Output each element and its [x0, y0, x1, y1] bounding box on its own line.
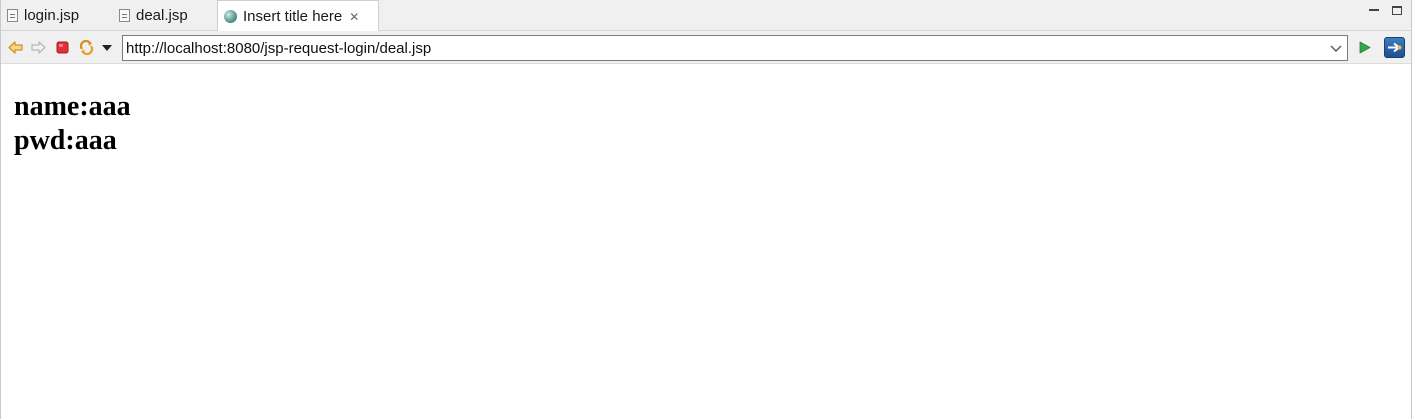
tab-label: Insert title here [243, 8, 343, 25]
globe-icon [224, 10, 237, 23]
tab-label: deal.jsp [136, 7, 188, 24]
address-bar[interactable] [122, 35, 1348, 61]
chevron-down-icon[interactable] [1328, 40, 1344, 56]
name-value-heading: name:aaa [14, 91, 131, 122]
maximize-button[interactable] [1392, 6, 1402, 15]
arrow-right-icon [1388, 42, 1402, 53]
tab-insert-title-here[interactable]: Insert title here ✕ [217, 0, 379, 32]
pwd-value-heading: pwd:aaa [14, 125, 117, 156]
chevron-down-icon[interactable] [99, 39, 116, 56]
tab-label: login.jsp [24, 7, 80, 24]
back-arrow-icon[interactable] [7, 39, 24, 56]
minimize-button[interactable] [1369, 6, 1379, 15]
tab-deal-jsp[interactable]: deal.jsp [119, 0, 214, 31]
browser-toolbar [1, 31, 1411, 64]
jsp-file-icon [119, 9, 130, 22]
editor-tab-bar: login.jsp deal.jsp Insert title here ✕ [1, 0, 1411, 32]
stop-icon[interactable] [54, 39, 71, 56]
go-play-icon[interactable] [1356, 39, 1373, 56]
page-content: name:aaa pwd:aaa [14, 90, 131, 158]
browser-window: login.jsp deal.jsp Insert title here ✕ h… [0, 0, 1412, 419]
close-tab-icon[interactable]: ✕ [349, 11, 359, 23]
forward-arrow-icon[interactable] [30, 39, 47, 56]
open-external-browser-icon[interactable] [1384, 37, 1405, 58]
jsp-file-icon [7, 9, 18, 22]
refresh-icon[interactable] [78, 39, 95, 56]
url-input[interactable] [123, 36, 1318, 60]
tab-login-jsp[interactable]: login.jsp [7, 0, 107, 31]
